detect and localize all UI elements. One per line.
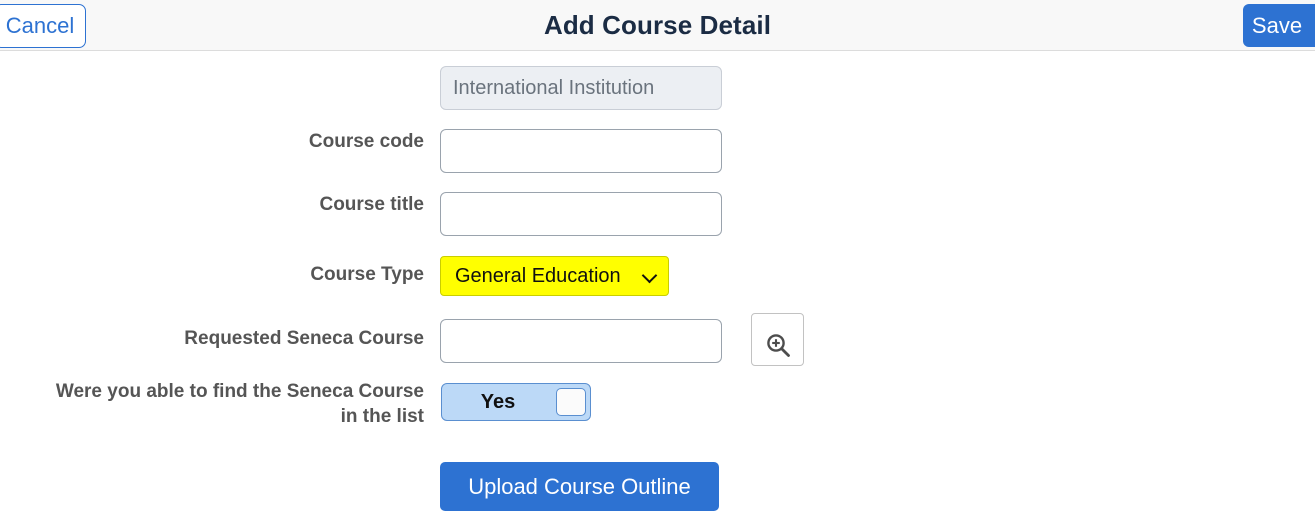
found-in-list-label: Were you able to find the Seneca Course … (55, 381, 424, 427)
course-type-select[interactable]: General Education (440, 256, 669, 296)
course-type-selected-value: General Education (455, 265, 621, 287)
navigation-bar: Add Course Detail Cancel Save (0, 0, 1315, 51)
course-search-button[interactable] (751, 313, 804, 366)
found-in-list-toggle-state: Yes (480, 391, 516, 413)
found-in-list-toggle[interactable]: Yes (441, 383, 591, 421)
toggle-knob[interactable] (556, 388, 586, 416)
magnifier-plus-icon (766, 334, 790, 357)
save-button[interactable]: Save (1243, 4, 1315, 47)
upload-course-outline-button[interactable]: Upload Course Outline (440, 462, 719, 511)
cancel-button[interactable]: Cancel (0, 4, 86, 48)
course-code-input[interactable] (440, 129, 722, 173)
add-course-detail-screen: Add Course Detail Cancel Save Course cod… (0, 0, 1315, 511)
institution-field (440, 66, 722, 110)
course-type-label: Course Type (310, 264, 424, 285)
requested-seneca-course-input[interactable] (440, 319, 722, 363)
course-title-input[interactable] (440, 192, 722, 236)
course-title-label: Course title (319, 194, 424, 215)
course-code-label: Course code (308, 131, 424, 152)
chevron-down-icon (644, 270, 656, 282)
page-title: Add Course Detail (543, 10, 772, 40)
requested-seneca-course-label: Requested Seneca Course (184, 328, 424, 349)
